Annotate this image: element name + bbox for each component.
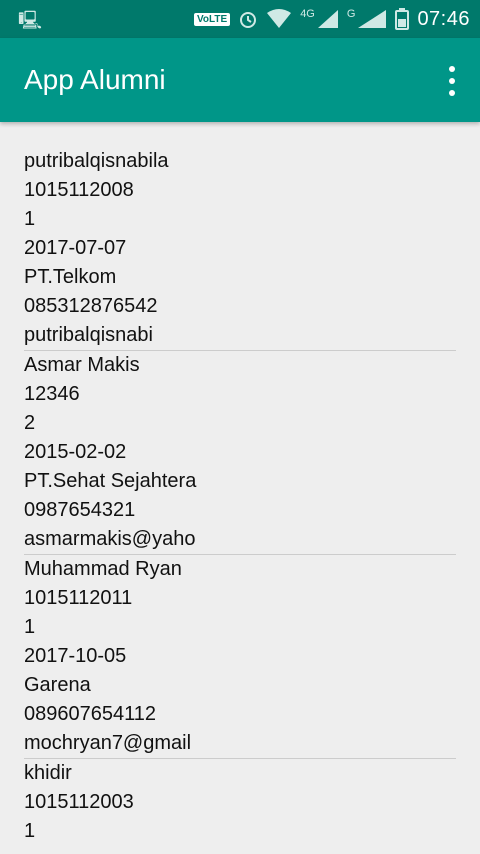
alumni-nim: 1015112003	[24, 791, 134, 813]
signal-icon-2	[358, 10, 387, 28]
alumni-name: Asmar Makis	[24, 354, 140, 376]
alumni-list[interactable]: putribalqisnabila 1015112008 1 2017-07-0…	[24, 147, 456, 846]
usb-icon: 🖳	[18, 10, 43, 30]
alumni-nim: 12346	[24, 383, 80, 405]
alumni-company: Garena	[24, 674, 91, 696]
alumni-code: 2	[24, 412, 36, 434]
alumni-name: khidir	[24, 762, 72, 784]
alumni-name: putribalqisnabila	[24, 150, 169, 172]
alumni-phone: 085312876542	[24, 295, 158, 317]
alumni-code: 1	[24, 820, 36, 842]
alumni-name: Muhammad Ryan	[24, 558, 182, 580]
alumni-email: mochryan7@gmail	[24, 732, 192, 754]
status-bar: 🖳 VoLTE 4G G 07:46	[0, 0, 480, 38]
list-item[interactable]: khidir 1015112003 1	[24, 759, 456, 846]
alumni-date: 2017-07-07	[24, 237, 127, 259]
overflow-menu-icon[interactable]	[442, 66, 462, 96]
signal-icon-1	[317, 10, 338, 28]
list-item[interactable]: putribalqisnabila 1015112008 1 2017-07-0…	[24, 147, 456, 350]
alumni-nim: 1015112011	[24, 587, 133, 609]
status-clock: 07:46	[417, 7, 470, 30]
wifi-icon	[267, 9, 292, 28]
alumni-date: 2015-02-02	[24, 441, 127, 463]
app-bar: App Alumni	[0, 38, 480, 122]
alumni-code: 1	[24, 208, 36, 230]
alumni-company: PT.Sehat Sejahtera	[24, 470, 197, 492]
alumni-nim: 1015112008	[24, 179, 134, 201]
status-icons: VoLTE 4G G 07:46	[194, 0, 470, 38]
alumni-phone: 089607654112	[24, 703, 156, 725]
alumni-email: asmarmakis@yaho	[24, 528, 196, 550]
list-item[interactable]: Muhammad Ryan 1015112011 1 2017-10-05 Ga…	[24, 555, 456, 758]
alumni-company: PT.Telkom	[24, 266, 117, 288]
alumni-phone: 0987654321	[24, 499, 136, 521]
app-title: App Alumni	[24, 64, 166, 95]
list-item[interactable]: Asmar Makis 12346 2 2015-02-02 PT.Sehat …	[24, 351, 456, 554]
alumni-email: putribalqisnabi	[24, 324, 153, 346]
battery-icon	[395, 8, 410, 30]
network-4g-label: 4G	[300, 8, 315, 20]
alumni-code: 1	[24, 616, 36, 638]
alarm-icon	[240, 12, 257, 28]
volte-badge: VoLTE	[194, 12, 231, 26]
network-g-label: G	[346, 8, 356, 20]
alumni-date: 2017-10-05	[24, 645, 127, 667]
